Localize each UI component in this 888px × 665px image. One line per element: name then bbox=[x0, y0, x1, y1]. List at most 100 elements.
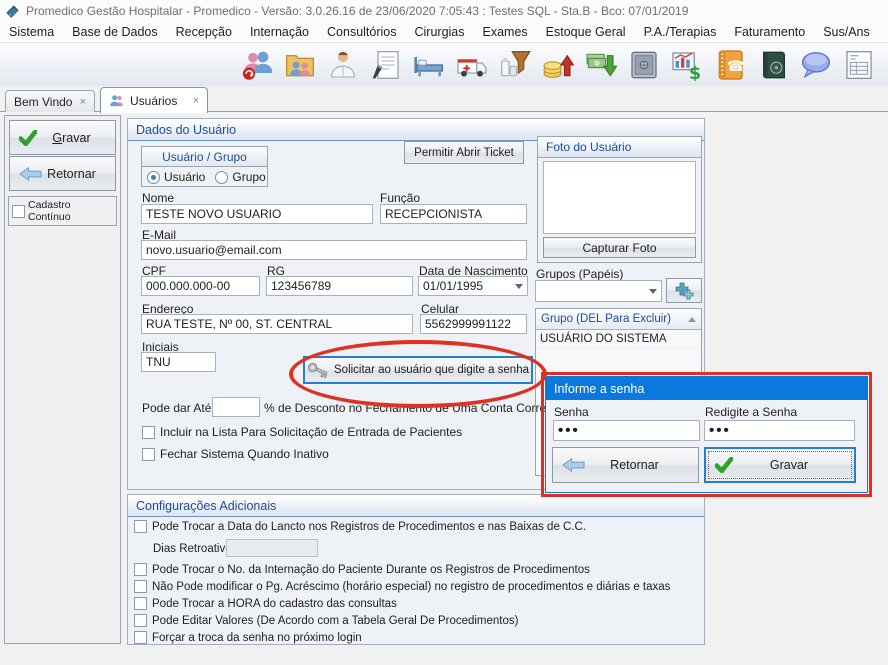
trocar-hora-checkbox[interactable] bbox=[134, 597, 147, 610]
chart-dollar-icon[interactable]: $ bbox=[668, 47, 706, 83]
phone-directory-icon[interactable]: ☎ bbox=[711, 47, 749, 83]
menu-estoque-geral[interactable]: Estoque Geral bbox=[537, 25, 635, 39]
tab-bem-vindo[interactable]: Bem Vindo × bbox=[5, 90, 95, 112]
grupos-papeis-combo[interactable] bbox=[535, 280, 662, 302]
capturar-foto-button[interactable]: Capturar Foto bbox=[543, 237, 696, 258]
retornar-button[interactable]: Retornar bbox=[9, 156, 116, 191]
doctor-icon[interactable] bbox=[324, 47, 362, 83]
document-pen-icon[interactable] bbox=[367, 47, 405, 83]
users-sync-icon[interactable] bbox=[238, 47, 276, 83]
forcar-troca-senha-checkbox[interactable] bbox=[134, 631, 147, 644]
menu-internacao[interactable]: Internação bbox=[241, 25, 318, 39]
menu-caixa[interactable]: Caixa bbox=[879, 25, 888, 39]
permitir-abrir-ticket-button[interactable]: Permitir Abrir Ticket bbox=[404, 141, 524, 164]
iniciais-value: TNU bbox=[146, 355, 171, 369]
chat-icon[interactable] bbox=[797, 47, 835, 83]
nao-pode-modificar-pg-label: Não Pode modificar o Pg. Acréscimo (horá… bbox=[152, 581, 670, 593]
menu-faturamento[interactable]: Faturamento bbox=[725, 25, 814, 39]
rg-input[interactable]: 123456789 bbox=[266, 276, 413, 296]
permitir-abrir-ticket-label: Permitir Abrir Ticket bbox=[414, 147, 514, 159]
menu-consultorios[interactable]: Consultórios bbox=[318, 25, 405, 39]
checkbox-row: Pode Trocar a HORA do cadastro das consu… bbox=[134, 597, 397, 610]
checkbox-row: Incluir na Lista Para Solicitação de Ent… bbox=[142, 425, 462, 439]
trocar-no-internacao-checkbox[interactable] bbox=[134, 563, 147, 576]
dialog-retornar-button[interactable]: Retornar bbox=[552, 447, 699, 483]
usuario-grupo-box: Usuário / Grupo Usuário Grupo bbox=[141, 146, 268, 187]
money-up-icon[interactable] bbox=[539, 47, 577, 83]
app-window: Promedico Gestão Hospitalar - Promedico … bbox=[0, 0, 888, 665]
retornar-label: Retornar bbox=[47, 167, 96, 181]
menu-recepcao[interactable]: Recepção bbox=[167, 25, 241, 39]
funcao-input[interactable]: RECEPCIONISTA bbox=[380, 204, 527, 224]
incluir-lista-checkbox[interactable] bbox=[142, 426, 155, 439]
annotation-rectangle: Informe a senha Senha ••• Redigite a Sen… bbox=[541, 372, 872, 497]
menu-pa-terapias[interactable]: P.A./Terapias bbox=[635, 25, 726, 39]
form-grid-icon[interactable] bbox=[840, 47, 878, 83]
grupo-list-header[interactable]: Grupo (DEL Para Excluir) bbox=[536, 309, 701, 330]
cadastro-continuo-checkbox[interactable] bbox=[12, 205, 25, 218]
nao-pode-modificar-pg-checkbox[interactable] bbox=[134, 580, 147, 593]
tab-usuarios[interactable]: Usuários × bbox=[100, 87, 208, 113]
nome-input[interactable]: TESTE NOVO USUARIO bbox=[141, 204, 373, 224]
senha-value: ••• bbox=[558, 421, 580, 441]
list-item[interactable]: USUÁRIO DO SISTEMA bbox=[536, 330, 701, 349]
checkbox-row: Pode Editar Valores (De Acordo com a Tab… bbox=[134, 614, 518, 627]
add-group-button[interactable] bbox=[666, 278, 702, 303]
radio-grupo[interactable] bbox=[215, 171, 228, 184]
photo-placeholder bbox=[543, 161, 696, 234]
safe-icon[interactable] bbox=[625, 47, 663, 83]
data-nascimento-combo[interactable]: 01/01/1995 bbox=[418, 276, 528, 296]
close-icon[interactable]: × bbox=[193, 95, 199, 107]
capturar-foto-label: Capturar Foto bbox=[582, 241, 656, 255]
desconto-suffix-label: % de Desconto no Fechamento de Uma Conta… bbox=[264, 401, 563, 415]
password-dialog: Informe a senha Senha ••• Redigite a Sen… bbox=[545, 376, 868, 493]
patients-folder-icon[interactable] bbox=[281, 47, 319, 83]
menu-cirurgias[interactable]: Cirurgias bbox=[406, 25, 474, 39]
trocar-no-internacao-label: Pode Trocar o No. da Internação do Pacie… bbox=[152, 564, 590, 576]
celular-input[interactable]: 5562999991122 bbox=[420, 314, 527, 334]
cpf-input[interactable]: 000.000.000-00 bbox=[141, 276, 260, 296]
celular-value: 5562999991122 bbox=[425, 317, 511, 331]
checkbox-row: Pode Trocar a Data do Lancto nos Registr… bbox=[134, 520, 586, 533]
email-input[interactable]: novo.usuario@email.com bbox=[141, 240, 527, 260]
pharmacy-icon[interactable] bbox=[496, 47, 534, 83]
radio-grupo-label: Grupo bbox=[232, 170, 265, 184]
nome-label: Nome bbox=[142, 191, 174, 205]
redigite-senha-value: ••• bbox=[709, 421, 731, 441]
redigite-senha-label: Redigite a Senha bbox=[705, 405, 797, 419]
fechar-sistema-label: Fechar Sistema Quando Inativo bbox=[160, 447, 329, 461]
dialog-gravar-button[interactable]: Gravar bbox=[704, 447, 856, 483]
book-icon[interactable] bbox=[754, 47, 792, 83]
menu-sus-ans[interactable]: Sus/Ans bbox=[814, 25, 879, 39]
menu-base-de-dados[interactable]: Base de Dados bbox=[63, 25, 166, 39]
fechar-sistema-checkbox[interactable] bbox=[142, 448, 155, 461]
iniciais-input[interactable]: TNU bbox=[141, 352, 216, 372]
dias-retroativos-input[interactable] bbox=[226, 539, 318, 557]
incluir-lista-label: Incluir na Lista Para Solicitação de Ent… bbox=[160, 425, 462, 439]
solicitar-senha-label: Solicitar ao usuário que digite a senha bbox=[334, 364, 529, 376]
ambulance-icon[interactable] bbox=[453, 47, 491, 83]
close-icon[interactable]: × bbox=[80, 96, 86, 108]
senha-input[interactable]: ••• bbox=[553, 420, 700, 441]
desconto-input[interactable] bbox=[212, 397, 260, 417]
trocar-data-lancto-checkbox[interactable] bbox=[134, 520, 147, 533]
window-title: Promedico Gestão Hospitalar - Promedico … bbox=[26, 4, 688, 18]
menu-sistema[interactable]: Sistema bbox=[0, 25, 63, 39]
password-dialog-title: Informe a senha bbox=[546, 377, 867, 400]
arrow-left-icon bbox=[562, 457, 585, 473]
solicitar-senha-button[interactable]: Solicitar ao usuário que digite a senha bbox=[303, 356, 533, 384]
menu-bar: Sistema Base de Dados Recepção Internaçã… bbox=[0, 22, 888, 42]
checkbox-row: Fechar Sistema Quando Inativo bbox=[142, 447, 329, 461]
money-down-icon[interactable] bbox=[582, 47, 620, 83]
redigite-senha-input[interactable]: ••• bbox=[704, 420, 855, 441]
email-value: novo.usuario@email.com bbox=[146, 243, 282, 257]
hospital-bed-icon[interactable] bbox=[410, 47, 448, 83]
menu-exames[interactable]: Exames bbox=[474, 25, 537, 39]
endereco-input[interactable]: RUA TESTE, Nº 00, ST. CENTRAL bbox=[141, 314, 413, 334]
tab-label: Bem Vindo bbox=[14, 95, 72, 109]
title-bar: Promedico Gestão Hospitalar - Promedico … bbox=[0, 0, 888, 22]
editar-valores-checkbox[interactable] bbox=[134, 614, 147, 627]
gravar-button[interactable]: Gravar bbox=[9, 120, 116, 155]
gravar-label: Gravar bbox=[52, 131, 90, 145]
radio-usuario[interactable] bbox=[147, 171, 160, 184]
